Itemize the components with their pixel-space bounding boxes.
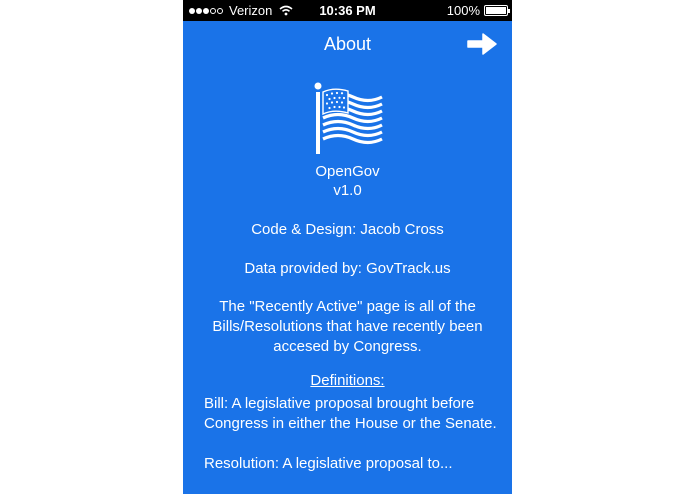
definitions-heading: Definitions: xyxy=(310,372,385,389)
app-name: OpenGov xyxy=(315,163,380,180)
credit-text: Code & Design: Jacob Cross xyxy=(251,221,444,238)
battery-icon xyxy=(484,5,510,16)
status-bar: Verizon 10:36 PM 100% xyxy=(183,0,512,21)
american-flag-icon xyxy=(314,82,383,154)
definition-item: Bill: A legislative proposal brought bef… xyxy=(204,395,497,432)
definition-item: Resolution: A legislative proposal to... xyxy=(204,455,453,472)
battery-percent: 100% xyxy=(446,3,480,18)
about-content: OpenGov v1.0 Code & Design: Jacob Cross … xyxy=(183,80,512,474)
description-text: The "Recently Active" page is all of the… xyxy=(212,298,483,355)
nav-bar: About xyxy=(183,21,512,67)
arrow-right-icon[interactable] xyxy=(466,31,498,57)
status-right: 100% xyxy=(446,3,510,18)
app-screen: Verizon 10:36 PM 100% About OpenGov v1.0… xyxy=(183,0,512,494)
data-source-text: Data provided by: GovTrack.us xyxy=(244,260,451,277)
app-version: v1.0 xyxy=(333,182,362,199)
page-title: About xyxy=(323,34,372,54)
